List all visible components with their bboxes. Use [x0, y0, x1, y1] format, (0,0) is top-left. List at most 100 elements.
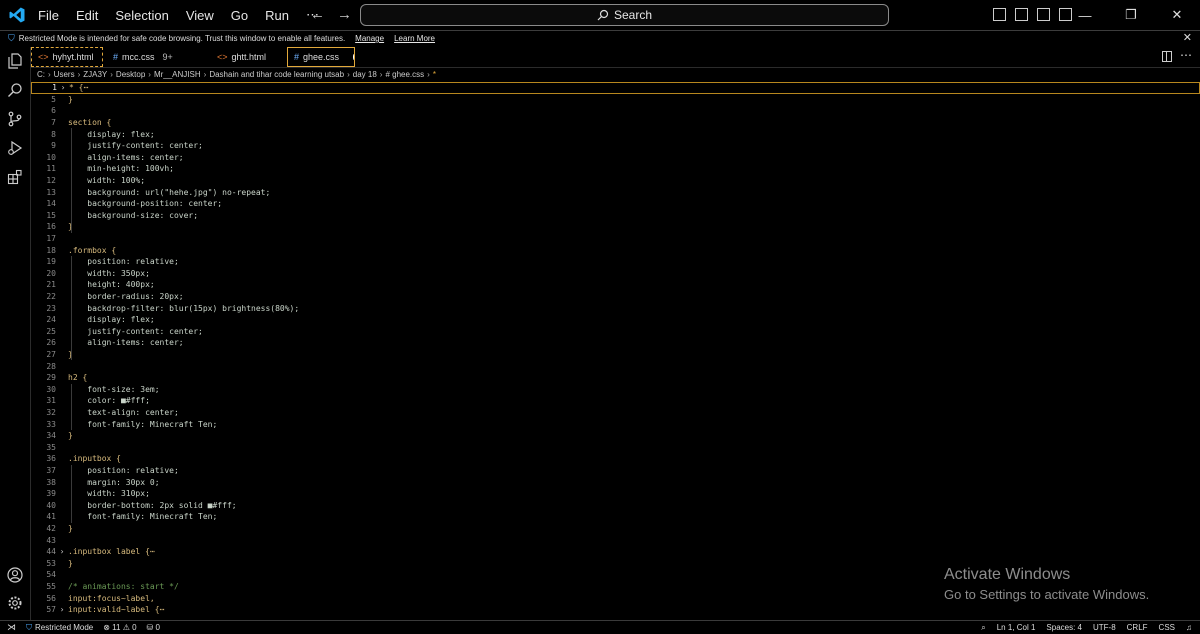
- code-line[interactable]: 19 position: relative;: [31, 256, 1200, 268]
- split-editor-icon[interactable]: [1162, 51, 1172, 62]
- breadcrumb-item[interactable]: Users: [54, 70, 75, 79]
- code-line[interactable]: 18 .formbox {: [31, 244, 1200, 256]
- breadcrumb-item[interactable]: ZJA3Y: [83, 70, 107, 79]
- code-line[interactable]: 20 width: 350px;: [31, 268, 1200, 280]
- code-line[interactable]: 36 .inputbox {: [31, 453, 1200, 465]
- breadcrumb-item[interactable]: Dashain and tihar code learning utsab: [209, 70, 344, 79]
- code-line[interactable]: 22 border-radius: 20px;: [31, 291, 1200, 303]
- code-line[interactable]: 30 font-size: 3em;: [31, 384, 1200, 396]
- remote-icon[interactable]: ⋊: [7, 622, 16, 633]
- code-line[interactable]: 39 width: 310px;: [31, 488, 1200, 500]
- fold-chevron-icon[interactable]: ›: [56, 605, 68, 614]
- tab-ghtt-html[interactable]: <> ghtt.html: [211, 47, 283, 67]
- restricted-mode-indicator[interactable]: ⛉ Restricted Mode: [26, 623, 93, 633]
- code-line[interactable]: 38 margin: 30px 0;: [31, 476, 1200, 488]
- learn-more-link[interactable]: Learn More: [394, 34, 435, 43]
- code-line[interactable]: 44 › .inputbox label {⋯: [31, 546, 1200, 558]
- forward-arrow-icon[interactable]: →: [337, 6, 352, 23]
- code-line[interactable]: 1 › * {⋯: [31, 82, 1200, 94]
- code-line[interactable]: 16}: [31, 221, 1200, 233]
- code-line[interactable]: 5}: [31, 94, 1200, 106]
- restore-icon[interactable]: ❐: [1108, 0, 1154, 30]
- code-line[interactable]: 28: [31, 360, 1200, 372]
- code-line[interactable]: 42}: [31, 523, 1200, 535]
- command-center-search[interactable]: Search: [360, 4, 889, 26]
- toggle-panel-icon[interactable]: [1015, 8, 1028, 21]
- menu-run[interactable]: Run: [265, 8, 289, 23]
- code-line[interactable]: 33 font-family: Minecraft Ten;: [31, 418, 1200, 430]
- notifications-bell-icon[interactable]: ♫: [1186, 623, 1192, 632]
- menu-go[interactable]: Go: [231, 8, 248, 23]
- breadcrumb-item[interactable]: C:: [37, 70, 45, 79]
- source-control-icon[interactable]: [7, 111, 23, 127]
- code-line[interactable]: 15 background-size: cover;: [31, 210, 1200, 222]
- run-debug-icon[interactable]: [7, 140, 23, 156]
- menu-selection[interactable]: Selection: [115, 8, 168, 23]
- code-line[interactable]: 14 background-position: center;: [31, 198, 1200, 210]
- zoom-search-icon[interactable]: ⌕: [981, 623, 985, 633]
- fold-chevron-icon[interactable]: ›: [57, 83, 69, 92]
- minimize-icon[interactable]: —: [1062, 0, 1108, 30]
- more-actions-icon[interactable]: ⋯: [1180, 48, 1192, 62]
- code-line[interactable]: 11 min-height: 100vh;: [31, 163, 1200, 175]
- code-line[interactable]: 8 display: flex;: [31, 128, 1200, 140]
- search-view-icon[interactable]: [7, 82, 23, 98]
- indentation-indicator[interactable]: Spaces: 4: [1046, 623, 1082, 632]
- close-window-icon[interactable]: ✕: [1154, 0, 1200, 30]
- breadcrumb-item[interactable]: # ghee.css: [385, 70, 424, 79]
- css-file-icon: #: [294, 52, 300, 62]
- code-line[interactable]: 10 align-items: center;: [31, 152, 1200, 164]
- unsaved-dot-icon[interactable]: [353, 54, 354, 60]
- code-line[interactable]: 32 text-align: center;: [31, 407, 1200, 419]
- menu-view[interactable]: View: [186, 8, 214, 23]
- code-line[interactable]: 29 h2 {: [31, 372, 1200, 384]
- line-number: 1: [52, 83, 57, 93]
- breadcrumb-item[interactable]: day 18: [353, 70, 377, 79]
- settings-gear-icon[interactable]: [7, 595, 23, 611]
- tab-ghee-css[interactable]: # ghee.css: [287, 47, 355, 67]
- code-line[interactable]: 27}: [31, 349, 1200, 361]
- menu-file[interactable]: File: [38, 8, 59, 23]
- code-line[interactable]: 37 position: relative;: [31, 465, 1200, 477]
- code-line[interactable]: 7 section {: [31, 117, 1200, 129]
- code-line[interactable]: 12 width: 100%;: [31, 175, 1200, 187]
- code-line[interactable]: 21 height: 400px;: [31, 279, 1200, 291]
- manage-link[interactable]: Manage: [355, 34, 384, 43]
- code-line[interactable]: 23 backdrop-filter: blur(15px) brightnes…: [31, 302, 1200, 314]
- account-icon[interactable]: [7, 567, 23, 583]
- code-line[interactable]: 31 color: ■#fff;: [31, 395, 1200, 407]
- eol-indicator[interactable]: CRLF: [1127, 623, 1148, 632]
- encoding-indicator[interactable]: UTF-8: [1093, 623, 1116, 632]
- code-line[interactable]: 43: [31, 534, 1200, 546]
- toggle-primary-sidebar-icon[interactable]: [993, 8, 1006, 21]
- breadcrumb-item[interactable]: Mr__ANJISH: [154, 70, 201, 79]
- explorer-icon[interactable]: [7, 53, 23, 69]
- breadcrumb-item[interactable]: *: [433, 70, 436, 79]
- back-arrow-icon[interactable]: ←: [310, 6, 325, 23]
- code-line[interactable]: 57 › input:valid~label {⋯: [31, 604, 1200, 616]
- code-line[interactable]: 17: [31, 233, 1200, 245]
- close-banner-icon[interactable]: ✕: [1183, 31, 1192, 44]
- code-line[interactable]: 24 display: flex;: [31, 314, 1200, 326]
- code-line[interactable]: 40 border-bottom: 2px solid ■#fff;: [31, 500, 1200, 512]
- code-line[interactable]: 6: [31, 105, 1200, 117]
- toggle-secondary-sidebar-icon[interactable]: [1037, 8, 1050, 21]
- breadcrumb-item[interactable]: Desktop: [116, 70, 145, 79]
- ports-indicator[interactable]: ⛁ 0: [147, 623, 160, 632]
- code-line[interactable]: 26 align-items: center;: [31, 337, 1200, 349]
- problems-indicator[interactable]: ⊗ 11 ⚠ 0: [103, 623, 136, 632]
- code-line[interactable]: 41 font-family: Minecraft Ten;: [31, 511, 1200, 523]
- code-line[interactable]: 25 justify-content: center;: [31, 326, 1200, 338]
- code-editor[interactable]: 1 › * {⋯ 5} 6 7 section {8 display: flex; 9 jus…: [31, 82, 1200, 620]
- code-line[interactable]: 9 justify-content: center;: [31, 140, 1200, 152]
- cursor-position[interactable]: Ln 1, Col 1: [997, 623, 1036, 632]
- menu-edit[interactable]: Edit: [76, 8, 98, 23]
- code-line[interactable]: 13 background: url("hehe.jpg") no-repeat…: [31, 186, 1200, 198]
- code-line[interactable]: 34}: [31, 430, 1200, 442]
- tab-hyhyt-html[interactable]: <> hyhyt.html: [31, 47, 103, 67]
- extensions-icon[interactable]: [7, 169, 23, 185]
- code-line[interactable]: 35: [31, 442, 1200, 454]
- tab-mcc-css[interactable]: # mcc.css 9+: [107, 47, 207, 67]
- language-mode[interactable]: CSS: [1159, 623, 1175, 632]
- fold-chevron-icon[interactable]: ›: [56, 547, 68, 556]
